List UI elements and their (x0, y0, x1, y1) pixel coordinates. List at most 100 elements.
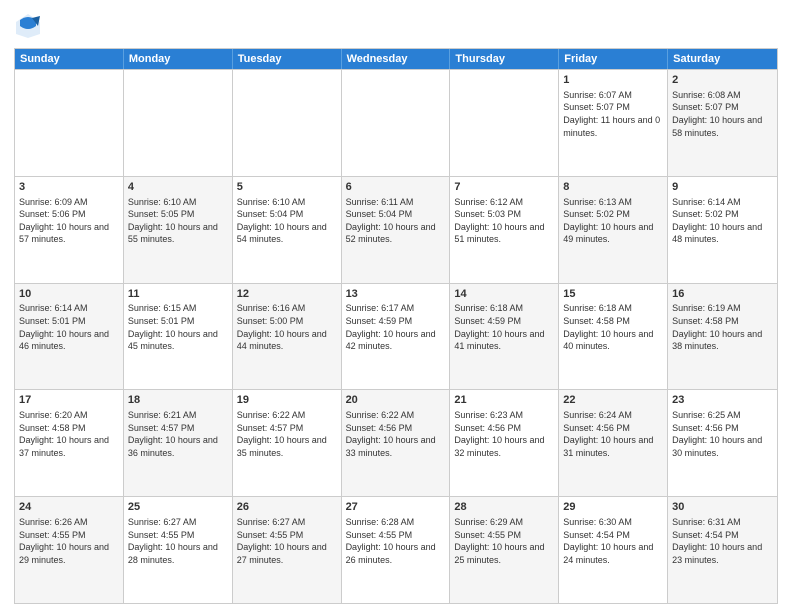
cell-info: Sunrise: 6:14 AMSunset: 5:02 PMDaylight:… (672, 196, 773, 246)
day-header-saturday: Saturday (668, 49, 777, 69)
week-row-1: 1Sunrise: 6:07 AMSunset: 5:07 PMDaylight… (15, 69, 777, 176)
cal-cell: 12Sunrise: 6:16 AMSunset: 5:00 PMDayligh… (233, 284, 342, 390)
day-number: 14 (454, 287, 554, 302)
cal-cell: 11Sunrise: 6:15 AMSunset: 5:01 PMDayligh… (124, 284, 233, 390)
cal-cell (450, 70, 559, 176)
cal-cell: 26Sunrise: 6:27 AMSunset: 4:55 PMDayligh… (233, 497, 342, 603)
cal-cell: 15Sunrise: 6:18 AMSunset: 4:58 PMDayligh… (559, 284, 668, 390)
logo-icon (14, 12, 42, 40)
cell-info: Sunrise: 6:21 AMSunset: 4:57 PMDaylight:… (128, 409, 228, 459)
cell-info: Sunrise: 6:31 AMSunset: 4:54 PMDaylight:… (672, 516, 773, 566)
cell-info: Sunrise: 6:22 AMSunset: 4:57 PMDaylight:… (237, 409, 337, 459)
day-number: 22 (563, 393, 663, 408)
cell-info: Sunrise: 6:18 AMSunset: 4:59 PMDaylight:… (454, 302, 554, 352)
day-number: 27 (346, 500, 446, 515)
cell-info: Sunrise: 6:19 AMSunset: 4:58 PMDaylight:… (672, 302, 773, 352)
day-header-tuesday: Tuesday (233, 49, 342, 69)
day-number: 2 (672, 73, 773, 88)
cell-info: Sunrise: 6:24 AMSunset: 4:56 PMDaylight:… (563, 409, 663, 459)
day-number: 17 (19, 393, 119, 408)
cell-info: Sunrise: 6:25 AMSunset: 4:56 PMDaylight:… (672, 409, 773, 459)
cell-info: Sunrise: 6:23 AMSunset: 4:56 PMDaylight:… (454, 409, 554, 459)
cal-cell: 17Sunrise: 6:20 AMSunset: 4:58 PMDayligh… (15, 390, 124, 496)
cell-info: Sunrise: 6:12 AMSunset: 5:03 PMDaylight:… (454, 196, 554, 246)
page-container: SundayMondayTuesdayWednesdayThursdayFrid… (0, 0, 792, 612)
cal-cell: 22Sunrise: 6:24 AMSunset: 4:56 PMDayligh… (559, 390, 668, 496)
day-number: 11 (128, 287, 228, 302)
calendar-body: 1Sunrise: 6:07 AMSunset: 5:07 PMDaylight… (15, 69, 777, 603)
cell-info: Sunrise: 6:11 AMSunset: 5:04 PMDaylight:… (346, 196, 446, 246)
cal-cell: 6Sunrise: 6:11 AMSunset: 5:04 PMDaylight… (342, 177, 451, 283)
cal-cell (342, 70, 451, 176)
cal-cell: 7Sunrise: 6:12 AMSunset: 5:03 PMDaylight… (450, 177, 559, 283)
day-number: 15 (563, 287, 663, 302)
day-number: 12 (237, 287, 337, 302)
cal-cell: 8Sunrise: 6:13 AMSunset: 5:02 PMDaylight… (559, 177, 668, 283)
day-number: 8 (563, 180, 663, 195)
cell-info: Sunrise: 6:10 AMSunset: 5:04 PMDaylight:… (237, 196, 337, 246)
day-header-thursday: Thursday (450, 49, 559, 69)
day-number: 30 (672, 500, 773, 515)
cal-cell (15, 70, 124, 176)
logo (14, 12, 46, 40)
cal-cell: 30Sunrise: 6:31 AMSunset: 4:54 PMDayligh… (668, 497, 777, 603)
day-number: 6 (346, 180, 446, 195)
cal-cell: 25Sunrise: 6:27 AMSunset: 4:55 PMDayligh… (124, 497, 233, 603)
cell-info: Sunrise: 6:22 AMSunset: 4:56 PMDaylight:… (346, 409, 446, 459)
day-number: 24 (19, 500, 119, 515)
day-header-wednesday: Wednesday (342, 49, 451, 69)
cell-info: Sunrise: 6:27 AMSunset: 4:55 PMDaylight:… (128, 516, 228, 566)
day-number: 9 (672, 180, 773, 195)
cal-cell: 18Sunrise: 6:21 AMSunset: 4:57 PMDayligh… (124, 390, 233, 496)
day-number: 28 (454, 500, 554, 515)
cal-cell: 4Sunrise: 6:10 AMSunset: 5:05 PMDaylight… (124, 177, 233, 283)
cal-cell: 3Sunrise: 6:09 AMSunset: 5:06 PMDaylight… (15, 177, 124, 283)
cell-info: Sunrise: 6:10 AMSunset: 5:05 PMDaylight:… (128, 196, 228, 246)
cal-cell: 9Sunrise: 6:14 AMSunset: 5:02 PMDaylight… (668, 177, 777, 283)
day-number: 16 (672, 287, 773, 302)
cal-cell: 1Sunrise: 6:07 AMSunset: 5:07 PMDaylight… (559, 70, 668, 176)
cell-info: Sunrise: 6:14 AMSunset: 5:01 PMDaylight:… (19, 302, 119, 352)
cal-cell: 5Sunrise: 6:10 AMSunset: 5:04 PMDaylight… (233, 177, 342, 283)
cell-info: Sunrise: 6:18 AMSunset: 4:58 PMDaylight:… (563, 302, 663, 352)
cal-cell: 28Sunrise: 6:29 AMSunset: 4:55 PMDayligh… (450, 497, 559, 603)
cell-info: Sunrise: 6:13 AMSunset: 5:02 PMDaylight:… (563, 196, 663, 246)
cell-info: Sunrise: 6:20 AMSunset: 4:58 PMDaylight:… (19, 409, 119, 459)
cal-cell: 10Sunrise: 6:14 AMSunset: 5:01 PMDayligh… (15, 284, 124, 390)
day-number: 13 (346, 287, 446, 302)
cal-cell: 23Sunrise: 6:25 AMSunset: 4:56 PMDayligh… (668, 390, 777, 496)
day-header-sunday: Sunday (15, 49, 124, 69)
day-header-monday: Monday (124, 49, 233, 69)
week-row-3: 10Sunrise: 6:14 AMSunset: 5:01 PMDayligh… (15, 283, 777, 390)
cal-cell: 2Sunrise: 6:08 AMSunset: 5:07 PMDaylight… (668, 70, 777, 176)
cell-info: Sunrise: 6:28 AMSunset: 4:55 PMDaylight:… (346, 516, 446, 566)
cal-cell: 19Sunrise: 6:22 AMSunset: 4:57 PMDayligh… (233, 390, 342, 496)
day-header-friday: Friday (559, 49, 668, 69)
cal-cell: 20Sunrise: 6:22 AMSunset: 4:56 PMDayligh… (342, 390, 451, 496)
calendar: SundayMondayTuesdayWednesdayThursdayFrid… (14, 48, 778, 604)
day-number: 3 (19, 180, 119, 195)
day-number: 23 (672, 393, 773, 408)
week-row-4: 17Sunrise: 6:20 AMSunset: 4:58 PMDayligh… (15, 389, 777, 496)
cell-info: Sunrise: 6:27 AMSunset: 4:55 PMDaylight:… (237, 516, 337, 566)
day-number: 5 (237, 180, 337, 195)
cal-cell: 24Sunrise: 6:26 AMSunset: 4:55 PMDayligh… (15, 497, 124, 603)
cell-info: Sunrise: 6:26 AMSunset: 4:55 PMDaylight:… (19, 516, 119, 566)
cell-info: Sunrise: 6:09 AMSunset: 5:06 PMDaylight:… (19, 196, 119, 246)
day-number: 21 (454, 393, 554, 408)
week-row-5: 24Sunrise: 6:26 AMSunset: 4:55 PMDayligh… (15, 496, 777, 603)
week-row-2: 3Sunrise: 6:09 AMSunset: 5:06 PMDaylight… (15, 176, 777, 283)
cal-cell: 27Sunrise: 6:28 AMSunset: 4:55 PMDayligh… (342, 497, 451, 603)
calendar-header: SundayMondayTuesdayWednesdayThursdayFrid… (15, 49, 777, 69)
cell-info: Sunrise: 6:07 AMSunset: 5:07 PMDaylight:… (563, 89, 663, 139)
page-header (14, 12, 778, 40)
day-number: 10 (19, 287, 119, 302)
day-number: 26 (237, 500, 337, 515)
day-number: 1 (563, 73, 663, 88)
cal-cell (233, 70, 342, 176)
cell-info: Sunrise: 6:17 AMSunset: 4:59 PMDaylight:… (346, 302, 446, 352)
day-number: 4 (128, 180, 228, 195)
day-number: 25 (128, 500, 228, 515)
cal-cell: 29Sunrise: 6:30 AMSunset: 4:54 PMDayligh… (559, 497, 668, 603)
cal-cell: 21Sunrise: 6:23 AMSunset: 4:56 PMDayligh… (450, 390, 559, 496)
